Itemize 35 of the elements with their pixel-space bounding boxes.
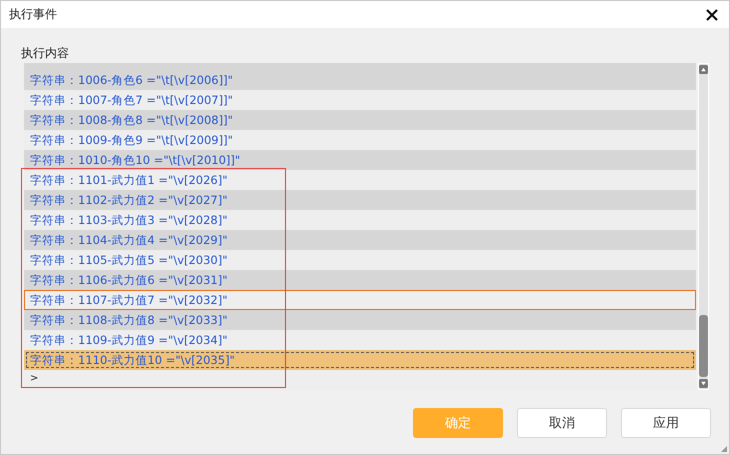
command-text: 字符串：1108-武力值8 ="\v[2033]" (30, 312, 228, 328)
list-row[interactable]: 字符串：1008-角色8 ="\t[\v[2008]]" (24, 110, 696, 130)
command-text: 字符串：1102-武力值2 ="\v[2027]" (30, 192, 228, 208)
list-row[interactable]: 字符串：1107-武力值7 ="\v[2032]" (24, 290, 696, 310)
command-text: 字符串：1107-武力值7 ="\v[2032]" (30, 292, 228, 308)
command-text: 字符串：1006-角色6 ="\t[\v[2006]]" (30, 72, 233, 88)
list-row[interactable]: 字符串：1010-角色10 ="\t[\v[2010]]" (24, 150, 696, 170)
command-text: 字符串：1110-武力值10 ="\v[2035]" (30, 352, 235, 368)
list-row[interactable]: 字符串：1108-武力值8 ="\v[2033]" (24, 310, 696, 330)
scroll-thumb[interactable] (699, 315, 708, 377)
scroll-up-icon[interactable] (699, 65, 708, 74)
insert-marker: > (30, 372, 38, 384)
list-row[interactable]: 字符串：1110-武力值10 ="\v[2035]" (24, 350, 696, 370)
dialog-button[interactable]: 应用 (621, 408, 711, 438)
scrollbar[interactable] (698, 63, 709, 390)
command-text: 字符串：1010-角色10 ="\t[\v[2010]]" (30, 152, 240, 168)
section-label: 执行内容 (21, 45, 70, 61)
command-text: 字符串：1105-武力值5 ="\v[2030]" (30, 252, 228, 268)
command-text: 字符串：1104-武力值4 ="\v[2029]" (30, 232, 228, 248)
close-icon[interactable] (705, 8, 719, 22)
list-row[interactable]: 字符串：1106-武力值6 ="\v[2031]" (24, 270, 696, 290)
list-row[interactable]: 字符串：1006-角色6 ="\t[\v[2006]]" (24, 70, 696, 90)
scroll-down-icon[interactable] (699, 379, 708, 388)
resize-grip-icon[interactable] (721, 446, 727, 452)
command-text: 字符串：1009-角色9 ="\t[\v[2009]]" (30, 132, 233, 148)
command-text: 字符串：1007-角色7 ="\t[\v[2007]]" (30, 92, 233, 108)
window-title: 执行事件 (9, 6, 57, 23)
command-text: 字符串：1101-武力值1 ="\v[2026]" (30, 172, 228, 188)
command-text: 字符串：1106-武力值6 ="\v[2031]" (30, 272, 228, 288)
command-text: 字符串：1109-武力值9 ="\v[2034]" (30, 332, 228, 348)
list-row[interactable]: 字符串：1104-武力值4 ="\v[2029]" (24, 230, 696, 250)
command-text: 字符串：1008-角色8 ="\t[\v[2008]]" (30, 112, 233, 128)
dialog-button[interactable]: 取消 (517, 408, 607, 438)
command-text: 字符串：1103-武力值3 ="\v[2028]" (30, 212, 228, 228)
list-row[interactable]: 字符串：1102-武力值2 ="\v[2027]" (24, 190, 696, 210)
